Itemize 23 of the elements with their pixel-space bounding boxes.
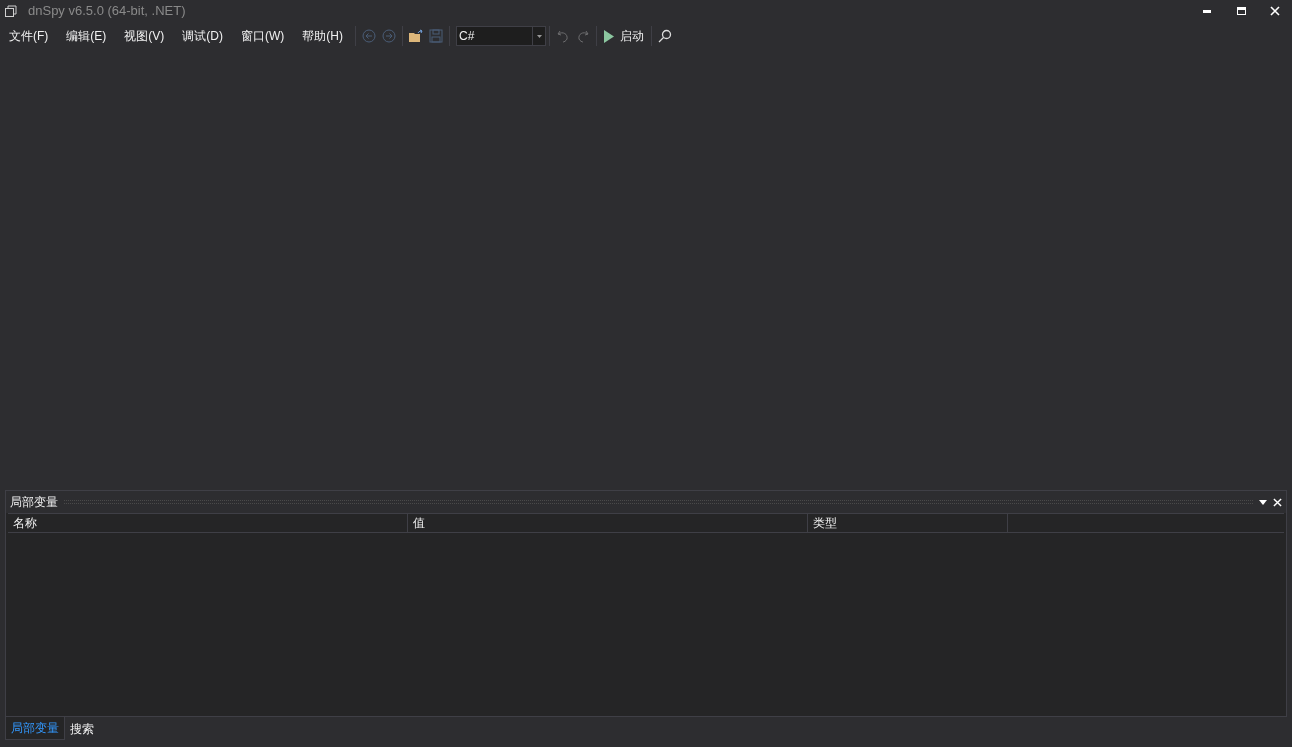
maximize-icon (1236, 7, 1246, 15)
column-header[interactable]: 名称 (8, 514, 408, 532)
caret-icon (536, 34, 542, 38)
dropdown-icon[interactable] (1259, 499, 1267, 505)
panel-tab[interactable]: 搜索 (65, 717, 99, 740)
play-icon (604, 29, 614, 43)
minimize-icon (1203, 9, 1211, 13)
menu-item[interactable]: 帮助(H) (293, 25, 352, 47)
menu-item[interactable]: 调试(D) (173, 25, 232, 47)
close-icon[interactable] (1273, 497, 1282, 507)
panel-title: 局部变量 (10, 494, 58, 511)
menu-item[interactable]: 视图(V) (115, 25, 174, 47)
panel-tab[interactable]: 局部变量 (5, 717, 65, 740)
menu-item[interactable]: 窗口(W) (232, 25, 294, 47)
column-header[interactable]: 类型 (808, 514, 1008, 532)
menu-item[interactable]: 文件(F) (0, 25, 58, 47)
menu-item[interactable]: 编辑(E) (57, 25, 116, 47)
language-dropdown[interactable]: C# (456, 26, 546, 46)
app-icon (5, 5, 17, 17)
window-title: dnSpy v6.5.0 (64-bit, .NET) (28, 2, 186, 21)
close-icon (1270, 6, 1280, 16)
start-button[interactable]: 启动 (600, 26, 648, 46)
column-header[interactable]: 值 (408, 514, 808, 532)
